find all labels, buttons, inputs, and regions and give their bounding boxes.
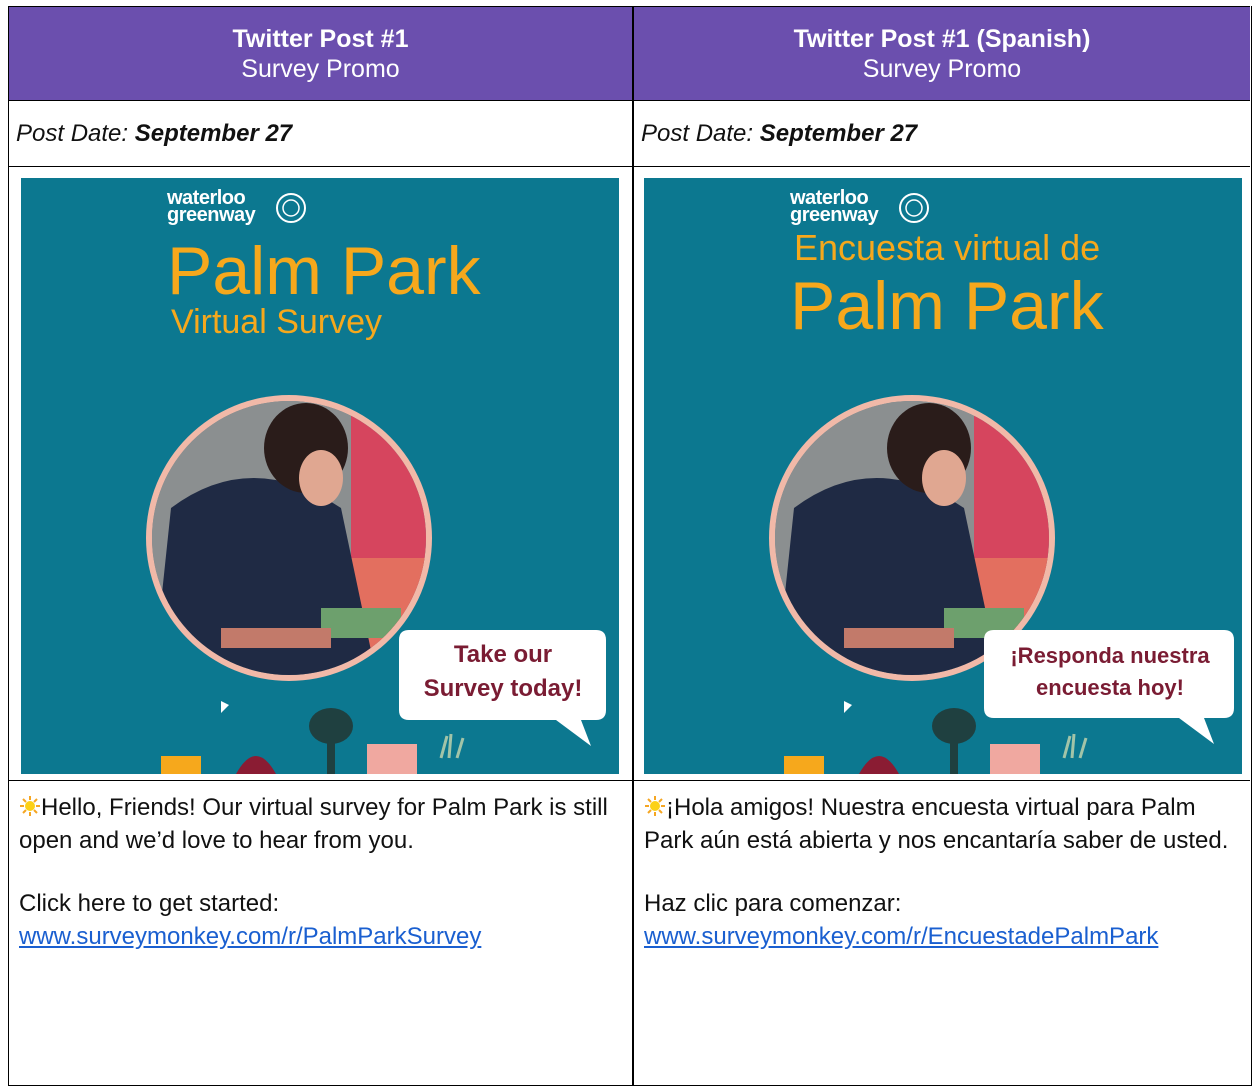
poster-title-sub: Encuesta virtual de	[794, 227, 1101, 268]
right-image-cell: waterloo greenway Encuesta virtual de Pa…	[632, 166, 1250, 780]
left-date-value: September 27	[134, 119, 293, 147]
left-post-date: Post Date: September 27	[8, 100, 632, 166]
left-body-text: Hello, Friends! Our virtual survey for P…	[19, 794, 608, 854]
right-body-text: ¡Hola amigos! Nuestra encuesta virtual p…	[644, 794, 1229, 854]
right-header: Twitter Post #1 (Spanish) Survey Promo	[632, 6, 1250, 100]
post-table: Twitter Post #1 Survey Promo Twitter Pos…	[8, 6, 1252, 1086]
poster-brand-logo: waterloo greenway	[167, 187, 256, 226]
left-header-title: Twitter Post #1	[232, 24, 409, 53]
left-date-label: Post Date:	[16, 119, 129, 147]
city-seal-icon	[899, 193, 929, 223]
left-survey-link[interactable]: www.surveymonkey.com/r/PalmParkSurvey	[19, 923, 481, 950]
poster-title-sub: Virtual Survey	[171, 303, 383, 341]
city-seal-icon	[276, 193, 306, 223]
left-image-cell: waterloo greenway Palm Park Virtual Surv…	[8, 166, 632, 780]
right-date-value: September 27	[759, 119, 918, 147]
left-post-body: Hello, Friends! Our virtual survey for P…	[8, 780, 632, 1085]
left-poster-image: waterloo greenway Palm Park Virtual Surv…	[21, 178, 619, 774]
left-header: Twitter Post #1 Survey Promo	[8, 6, 632, 100]
left-header-subtitle: Survey Promo	[241, 54, 400, 83]
right-header-subtitle: Survey Promo	[862, 54, 1022, 83]
right-post-body: ¡Hola amigos! Nuestra encuesta virtual p…	[632, 780, 1250, 1085]
right-poster-image: waterloo greenway Encuesta virtual de Pa…	[644, 178, 1242, 774]
right-date-label: Post Date:	[641, 119, 754, 147]
poster-bubble-text: Take our Survey today!	[423, 641, 583, 702]
right-post-date: Post Date: September 27	[632, 100, 1250, 166]
right-header-title: Twitter Post #1 (Spanish)	[793, 24, 1091, 53]
poster-title-main: Palm Park	[167, 233, 481, 309]
left-cta-text: Click here to get started:	[19, 890, 280, 917]
poster-bubble-text: ¡Responda nuestra encuesta hoy!	[1010, 643, 1210, 700]
right-cta-text: Haz clic para comenzar:	[644, 890, 902, 917]
poster-title-main: Palm Park	[790, 268, 1104, 344]
right-survey-link[interactable]: www.surveymonkey.com/r/EncuestadePalmPar…	[644, 923, 1158, 950]
sun-emoji-icon	[645, 796, 665, 816]
sun-emoji-icon	[20, 796, 40, 816]
poster-brand-logo: waterloo greenway	[790, 187, 879, 226]
